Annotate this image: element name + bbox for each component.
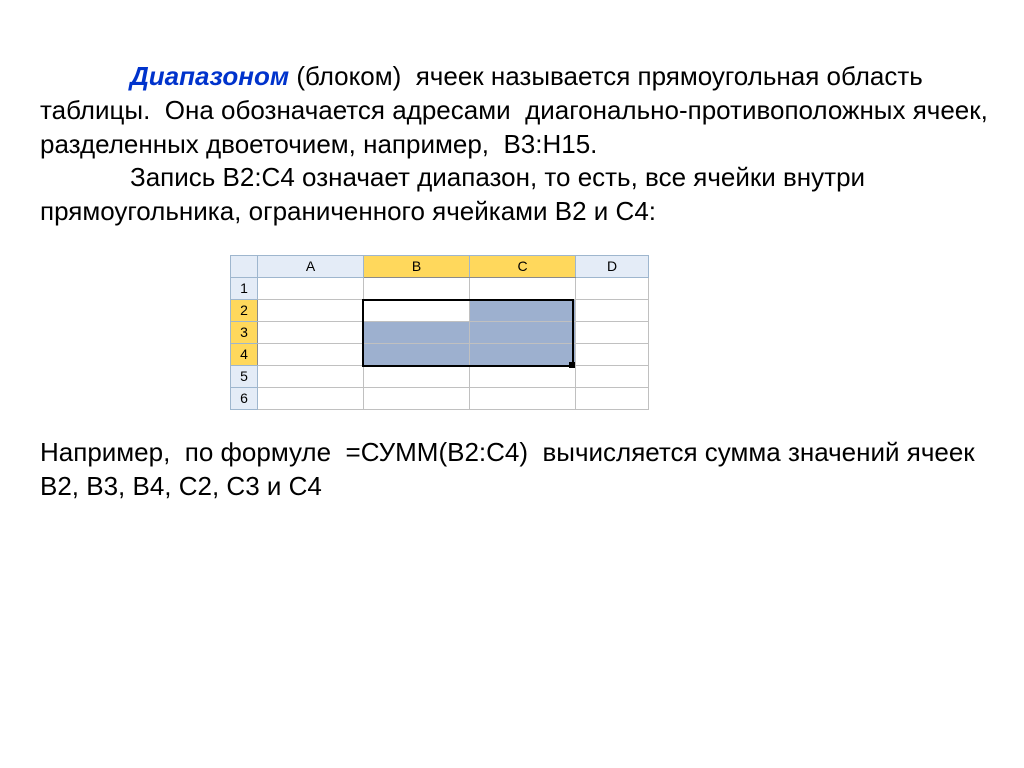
cell[interactable] — [576, 387, 649, 409]
cell[interactable] — [364, 387, 470, 409]
cell-selected[interactable] — [470, 321, 576, 343]
cell[interactable] — [576, 343, 649, 365]
cell[interactable] — [258, 387, 364, 409]
row-header[interactable]: 5 — [231, 365, 258, 387]
paragraph-2: Например, по формуле =СУММ(B2:C4) вычисл… — [40, 436, 992, 504]
cell[interactable] — [576, 365, 649, 387]
term-range: Диапазоном — [130, 61, 289, 91]
spreadsheet-sample: A B C D 1 2 3 — [230, 255, 992, 410]
cell-selected[interactable] — [470, 343, 576, 365]
para1-line2: Запись B2:C4 означает диапазон, то есть,… — [40, 162, 865, 226]
cell[interactable] — [364, 277, 470, 299]
spreadsheet-grid: A B C D 1 2 3 — [230, 255, 649, 410]
col-header[interactable]: A — [258, 255, 364, 277]
cell-selected[interactable] — [470, 299, 576, 321]
header-corner[interactable] — [231, 255, 258, 277]
paragraph-1: Диапазоном (блоком) ячеек называется пря… — [40, 60, 992, 229]
cell-anchor[interactable] — [364, 299, 470, 321]
cell[interactable] — [364, 365, 470, 387]
col-header[interactable]: C — [470, 255, 576, 277]
cell[interactable] — [258, 365, 364, 387]
cell[interactable] — [470, 387, 576, 409]
row-header[interactable]: 6 — [231, 387, 258, 409]
row-header[interactable]: 2 — [231, 299, 258, 321]
cell[interactable] — [258, 343, 364, 365]
row-header[interactable]: 4 — [231, 343, 258, 365]
cell-selected[interactable] — [364, 321, 470, 343]
cell[interactable] — [258, 277, 364, 299]
col-header[interactable]: D — [576, 255, 649, 277]
cell-selected[interactable] — [364, 343, 470, 365]
cell[interactable] — [576, 277, 649, 299]
slide-content: Диапазоном (блоком) ячеек называется пря… — [0, 0, 1024, 548]
cell[interactable] — [576, 321, 649, 343]
col-header[interactable]: B — [364, 255, 470, 277]
cell[interactable] — [470, 277, 576, 299]
row-header[interactable]: 3 — [231, 321, 258, 343]
cell[interactable] — [576, 299, 649, 321]
cell[interactable] — [470, 365, 576, 387]
cell[interactable] — [258, 299, 364, 321]
row-header[interactable]: 1 — [231, 277, 258, 299]
cell[interactable] — [258, 321, 364, 343]
